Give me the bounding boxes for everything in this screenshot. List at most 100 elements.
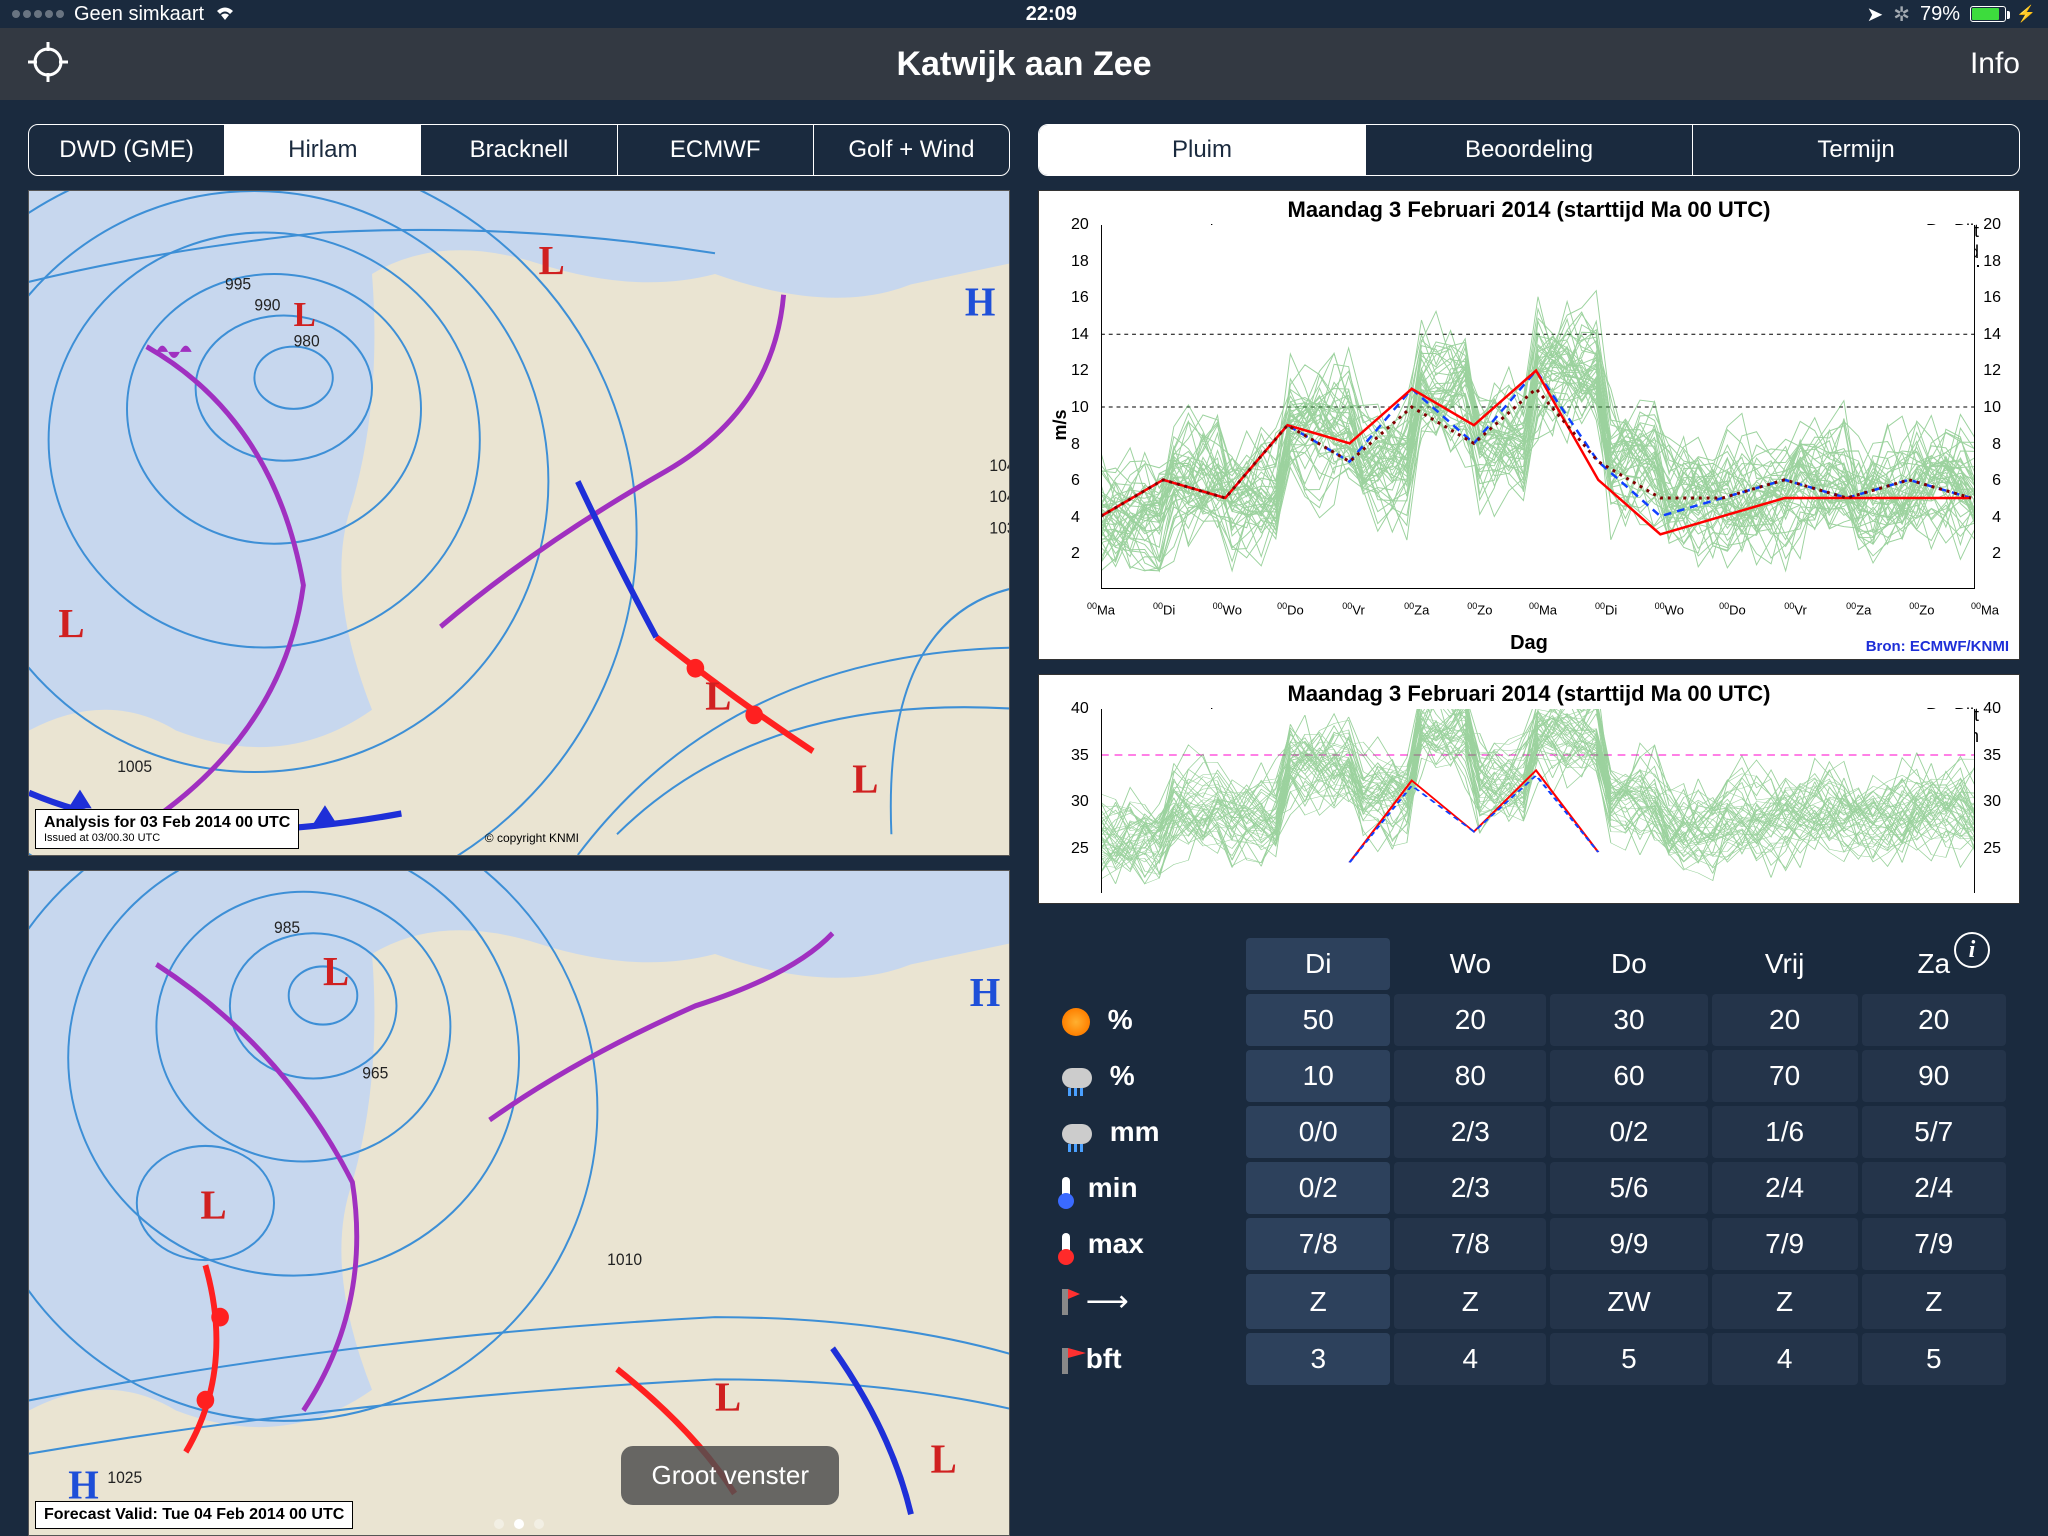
forecast-cell: Z bbox=[1246, 1274, 1390, 1329]
table-row: max7/87/89/97/97/9 bbox=[1052, 1218, 2006, 1270]
svg-text:1025: 1025 bbox=[107, 1469, 142, 1488]
map-meta-box: Analysis for 03 Feb 2014 00 UTC Issued a… bbox=[35, 809, 299, 849]
tab-beoordeling[interactable]: Beoordeling bbox=[1366, 125, 1693, 175]
enlarge-button[interactable]: Groot venster bbox=[621, 1446, 839, 1505]
rain-icon bbox=[1062, 1068, 1092, 1088]
forecast-cell: 5 bbox=[1550, 1333, 1708, 1385]
page-title: Katwijk aan Zee bbox=[896, 45, 1151, 84]
forecast-cell: 50 bbox=[1246, 994, 1390, 1046]
forecast-cell: 2/3 bbox=[1394, 1162, 1546, 1214]
map-copyright: © copyright KNMI bbox=[485, 831, 579, 845]
arrow-right-icon: ⟶ bbox=[1086, 1285, 1129, 1318]
info-button[interactable]: Info bbox=[1970, 47, 2020, 81]
forecast-cell: 5 bbox=[1862, 1333, 2007, 1385]
svg-text:1010: 1010 bbox=[607, 1251, 642, 1270]
forecast-cell: 7/9 bbox=[1862, 1218, 2007, 1270]
svg-text:L: L bbox=[201, 1182, 227, 1228]
tab-dwd[interactable]: DWD (GME) bbox=[29, 125, 225, 175]
tab-hirlam[interactable]: Hirlam bbox=[225, 125, 421, 175]
map-svg-2: L L L L H H 985 965 1025 1010 bbox=[29, 871, 1009, 1535]
table-row: mm0/02/30/21/65/7 bbox=[1052, 1106, 2006, 1158]
day-wo: Wo bbox=[1394, 938, 1546, 990]
forecast-cell: 0/0 bbox=[1246, 1106, 1390, 1158]
model-tabs: DWD (GME) Hirlam Bracknell ECMWF Golf + … bbox=[28, 124, 1010, 176]
thermometer-max-icon bbox=[1062, 1233, 1070, 1259]
forecast-cell: 0/2 bbox=[1246, 1162, 1390, 1214]
tab-bracknell[interactable]: Bracknell bbox=[421, 125, 617, 175]
sun-icon bbox=[1062, 1008, 1090, 1036]
svg-text:L: L bbox=[58, 600, 84, 646]
table-row: min0/22/35/62/42/4 bbox=[1052, 1162, 2006, 1214]
forecast-header-row: Di Wo Do Vrij Za bbox=[1052, 938, 2006, 990]
bluetooth-icon: ✲ bbox=[1893, 2, 1910, 27]
chart-title-2: Maandag 3 Februari 2014 (starttijd Ma 00… bbox=[1039, 675, 2019, 707]
day-do: Do bbox=[1550, 938, 1708, 990]
forecast-cell: 10 bbox=[1246, 1050, 1390, 1102]
forecast-cell: 5/6 bbox=[1550, 1162, 1708, 1214]
tab-pluim[interactable]: Pluim bbox=[1039, 125, 1366, 175]
chart-source: Bron: ECMWF/KNMI bbox=[1866, 638, 2009, 655]
svg-text:1005: 1005 bbox=[117, 758, 152, 777]
locate-button[interactable] bbox=[28, 42, 68, 87]
tab-golfwind[interactable]: Golf + Wind bbox=[814, 125, 1009, 175]
page-indicator bbox=[494, 1519, 544, 1529]
forecast-cell: Z bbox=[1394, 1274, 1546, 1329]
forecast-cell: 60 bbox=[1550, 1050, 1708, 1102]
svg-text:L: L bbox=[852, 756, 878, 802]
forecast-cell: 90 bbox=[1862, 1050, 2007, 1102]
map-meta-title: Analysis for 03 Feb 2014 00 UTC bbox=[44, 814, 290, 831]
synoptic-map-forecast[interactable]: L L L L H H 985 965 1025 1010 Forecast V… bbox=[28, 870, 1010, 1536]
forecast-cell: 5/7 bbox=[1862, 1106, 2007, 1158]
wind-flag-small-icon bbox=[1062, 1289, 1068, 1315]
table-row: %1080607090 bbox=[1052, 1050, 2006, 1102]
forecast-cell: 80 bbox=[1394, 1050, 1546, 1102]
svg-text:L: L bbox=[715, 1373, 741, 1419]
synoptic-map-analysis[interactable]: L L L L L H 995 990 980 1005 1045 1040 1… bbox=[28, 190, 1010, 856]
map-svg: L L L L L H 995 990 980 1005 1045 1040 1… bbox=[29, 191, 1009, 855]
forecast-cell: Z bbox=[1712, 1274, 1858, 1329]
chart-ylabel: m/s bbox=[1050, 409, 1071, 440]
clock: 22:09 bbox=[1026, 3, 1077, 26]
svg-text:L: L bbox=[539, 237, 565, 283]
forecast-cell: 20 bbox=[1712, 994, 1858, 1046]
day-di: Di bbox=[1246, 938, 1390, 990]
forecast-table: i Di Wo Do Vrij Za %5020302020 %10806070… bbox=[1038, 918, 2020, 1536]
carrier-label: Geen simkaart bbox=[74, 3, 204, 26]
forecast-cell: 2/4 bbox=[1712, 1162, 1858, 1214]
chart-title: Maandag 3 Februari 2014 (starttijd Ma 00… bbox=[1039, 191, 2019, 223]
svg-text:995: 995 bbox=[225, 275, 251, 294]
svg-text:1035: 1035 bbox=[989, 519, 1009, 538]
nav-bar: Katwijk aan Zee Info bbox=[0, 28, 2048, 100]
wifi-icon bbox=[214, 3, 236, 26]
forecast-cell: 4 bbox=[1394, 1333, 1546, 1385]
plume-chart-gusts[interactable]: Maandag 3 Februari 2014 (starttijd Ma 00… bbox=[1038, 674, 2020, 904]
chart-xlabel: Dag bbox=[1510, 632, 1548, 655]
table-row: ⟶ZZZWZZ bbox=[1052, 1274, 2006, 1329]
ios-status-bar: Geen simkaart 22:09 ➤ ✲ 79% ⚡ bbox=[0, 0, 2048, 28]
forecast-cell: Z bbox=[1862, 1274, 2007, 1329]
info-icon[interactable]: i bbox=[1954, 932, 1990, 968]
location-indicator-icon: ➤ bbox=[1867, 2, 1884, 27]
view-tabs: Pluim Beoordeling Termijn bbox=[1038, 124, 2020, 176]
forecast-cell: 3 bbox=[1246, 1333, 1390, 1385]
svg-text:980: 980 bbox=[294, 332, 320, 351]
forecast-cell: 7/9 bbox=[1712, 1218, 1858, 1270]
forecast-cell: 2/3 bbox=[1394, 1106, 1546, 1158]
forecast-cell: 1/6 bbox=[1712, 1106, 1858, 1158]
forecast-cell: 9/9 bbox=[1550, 1218, 1708, 1270]
forecast-cell: 30 bbox=[1550, 994, 1708, 1046]
svg-text:990: 990 bbox=[254, 296, 280, 315]
map-meta-title-2: Forecast Valid: Tue 04 Feb 2014 00 UTC bbox=[44, 1506, 344, 1523]
forecast-cell: 7/8 bbox=[1246, 1218, 1390, 1270]
charging-icon: ⚡ bbox=[2016, 4, 2036, 24]
forecast-cell: 0/2 bbox=[1550, 1106, 1708, 1158]
plume-chart-wind[interactable]: Maandag 3 Februari 2014 (starttijd Ma 00… bbox=[1038, 190, 2020, 660]
forecast-cell: 20 bbox=[1394, 994, 1546, 1046]
map-meta-box-2: Forecast Valid: Tue 04 Feb 2014 00 UTC bbox=[35, 1501, 353, 1529]
tab-ecmwf[interactable]: ECMWF bbox=[618, 125, 814, 175]
tab-termijn[interactable]: Termijn bbox=[1693, 125, 2019, 175]
battery-pct: 79% bbox=[1920, 3, 1960, 26]
rain-icon bbox=[1062, 1124, 1092, 1144]
svg-text:1045: 1045 bbox=[989, 457, 1009, 476]
chart-plot-area bbox=[1101, 225, 1975, 589]
